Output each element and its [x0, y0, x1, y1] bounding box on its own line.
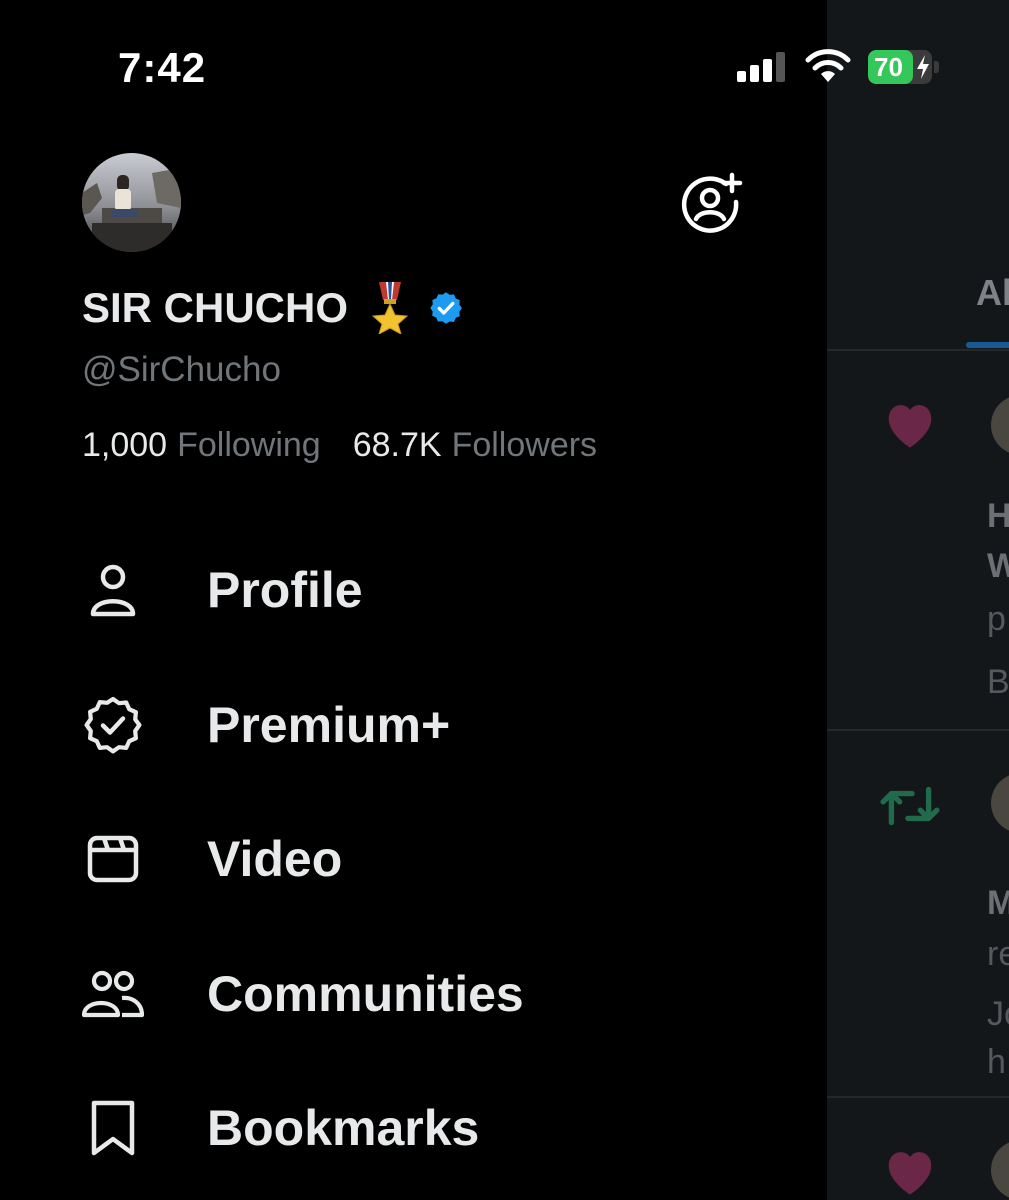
menu-label: Premium+: [207, 697, 451, 753]
timeline-avatar[interactable]: [991, 1140, 1009, 1200]
verified-badge-icon: [84, 696, 142, 754]
charging-bolt-icon: [917, 55, 929, 79]
avatar-photo: [82, 153, 181, 252]
medal-icon: [371, 282, 409, 334]
display-name-row[interactable]: SIR CHUCHO: [82, 282, 464, 334]
followers-count: 68.7K: [352, 426, 442, 464]
add-account-icon[interactable]: [680, 172, 744, 234]
status-time: 7:42: [118, 44, 207, 91]
followers-link[interactable]: 68.7K Followers: [353, 426, 597, 465]
signal-icon: [737, 52, 787, 82]
battery-icon: 70: [868, 50, 932, 84]
menu-label: Profile: [207, 562, 363, 618]
background-timeline[interactable]: Al H W p B M re Jo h: [827, 0, 1009, 1200]
timeline-tab-indicator: [966, 342, 1009, 348]
heart-icon: [888, 405, 932, 448]
person-icon: [90, 564, 136, 617]
menu-label: Communities: [207, 966, 524, 1022]
user-handle[interactable]: @SirChucho: [82, 350, 281, 390]
timeline-text: Jo: [987, 995, 1009, 1033]
menu-item-communities[interactable]: Communities: [82, 949, 782, 1039]
menu-item-premium[interactable]: Premium+: [82, 680, 782, 770]
menu-item-bookmarks[interactable]: Bookmarks: [82, 1083, 782, 1173]
display-name: SIR CHUCHO: [82, 284, 349, 331]
battery-percent: 70: [874, 52, 903, 82]
timeline-text: B: [987, 663, 1009, 701]
bookmark-icon: [91, 1100, 135, 1156]
wifi-icon: [805, 49, 851, 82]
timeline-divider: [827, 349, 1009, 351]
timeline-avatar[interactable]: [991, 395, 1009, 455]
timeline-tab-label[interactable]: Al: [976, 272, 1009, 314]
timeline-text: H: [987, 497, 1009, 535]
menu-item-profile[interactable]: Profile: [82, 545, 782, 635]
following-count: 1,000: [82, 426, 168, 464]
following-label: Following: [177, 426, 321, 464]
timeline-divider: [827, 729, 1009, 731]
following-link[interactable]: 1,000 Following: [82, 426, 321, 465]
menu-item-video[interactable]: Video: [82, 814, 782, 904]
menu-label: Bookmarks: [207, 1100, 480, 1156]
timeline-avatar[interactable]: [991, 773, 1009, 833]
video-icon: [87, 835, 139, 883]
heart-icon: [888, 1152, 932, 1195]
menu-label: Video: [207, 831, 343, 887]
retweet-icon: [880, 786, 940, 826]
timeline-text: W: [987, 547, 1009, 585]
timeline-text: M: [987, 884, 1009, 922]
timeline-text: h: [987, 1043, 1006, 1081]
timeline-divider: [827, 1096, 1009, 1098]
side-drawer: SIR CHUCHO @SirChucho 1,000 Following 68.…: [0, 0, 827, 1200]
battery-cap: [934, 61, 939, 73]
follow-stats: 1,000 Following 68.7K Followers: [82, 426, 597, 465]
verified-icon[interactable]: [428, 290, 464, 326]
followers-label: Followers: [451, 426, 598, 464]
profile-avatar[interactable]: [82, 153, 181, 252]
timeline-text: p: [987, 600, 1006, 638]
communities-icon: [82, 970, 144, 1018]
timeline-text: re: [987, 935, 1009, 973]
